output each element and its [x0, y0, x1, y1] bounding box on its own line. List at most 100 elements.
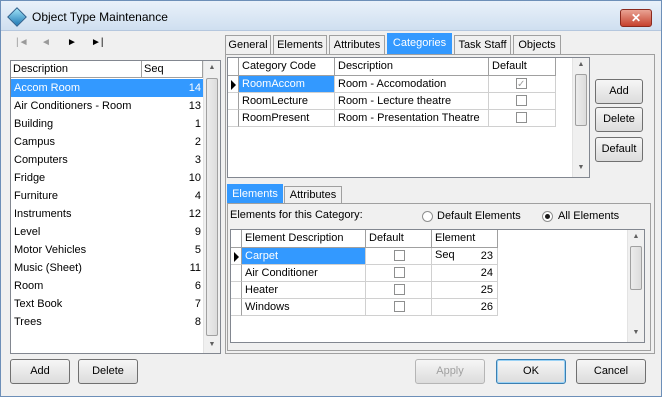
tab-objects[interactable]: Objects: [513, 35, 561, 55]
list-item-seq: 14: [188, 82, 201, 94]
tab-general[interactable]: General: [225, 35, 271, 55]
element-description-cell[interactable]: Carpet: [242, 248, 366, 265]
list-scrollbar[interactable]: ▲ ▼: [203, 61, 220, 353]
column-header-element-description[interactable]: Element Description: [242, 230, 366, 248]
tab-elements[interactable]: Elements: [273, 35, 327, 55]
scroll-down-icon[interactable]: ▼: [204, 341, 220, 348]
scroll-thumb[interactable]: [206, 78, 218, 336]
categories-scrollbar[interactable]: ▲ ▼: [572, 58, 589, 177]
object-type-list[interactable]: Description Seq Accom Room 14 Air Conditio…: [10, 60, 221, 354]
scroll-up-icon[interactable]: ▲: [628, 233, 644, 240]
category-default-checkbox[interactable]: [516, 76, 527, 92]
row-selector[interactable]: [228, 76, 239, 93]
column-header-description[interactable]: Description: [11, 61, 142, 78]
category-default-checkbox[interactable]: [516, 95, 527, 106]
element-seq-cell[interactable]: 26: [432, 299, 498, 316]
element-default-cell: [366, 248, 432, 265]
subtab-attributes[interactable]: Attributes: [284, 186, 342, 204]
element-seq-cell[interactable]: 25: [432, 282, 498, 299]
last-record-icon[interactable]: ►|: [91, 37, 104, 48]
row-selector[interactable]: [231, 248, 242, 265]
default-category-button[interactable]: Default: [595, 137, 643, 162]
list-item-description: Trees: [14, 316, 42, 328]
add-object-type-button[interactable]: Add: [10, 359, 70, 384]
list-item[interactable]: Fridge 10: [11, 169, 203, 187]
category-code-cell[interactable]: RoomAccom: [239, 76, 335, 93]
column-header-element-seq[interactable]: Element Seq: [432, 230, 498, 261]
element-default-checkbox[interactable]: [394, 250, 405, 261]
list-item-description: Instruments: [14, 208, 72, 220]
default-elements-radio[interactable]: [422, 211, 433, 222]
all-elements-radio[interactable]: [542, 211, 553, 222]
category-code-cell[interactable]: RoomLecture: [239, 93, 335, 110]
close-button[interactable]: ✕: [620, 9, 652, 27]
list-item[interactable]: Trees 8: [11, 313, 203, 331]
prev-record-icon[interactable]: ◄: [41, 37, 51, 48]
tab-categories[interactable]: Categories: [387, 33, 452, 55]
scroll-thumb[interactable]: [575, 74, 587, 126]
row-selector[interactable]: [231, 282, 242, 299]
scroll-thumb[interactable]: [630, 246, 642, 290]
element-default-checkbox[interactable]: [394, 301, 405, 312]
list-item[interactable]: Accom Room 14: [11, 79, 203, 97]
category-description-cell[interactable]: Room - Accomodation: [335, 76, 489, 93]
column-header-category-code[interactable]: Category Code: [239, 58, 335, 76]
column-header-category-default[interactable]: Default: [489, 58, 556, 76]
delete-object-type-button[interactable]: Delete: [78, 359, 138, 384]
current-row-arrow-icon: [234, 252, 239, 262]
main-window: Object Type Maintenance ✕ |◄ ◄ ► ►| Desc…: [0, 0, 662, 397]
list-item[interactable]: Campus 2: [11, 133, 203, 151]
list-item[interactable]: Instruments 12: [11, 205, 203, 223]
ok-button[interactable]: OK: [496, 359, 566, 384]
list-item-description: Computers: [14, 154, 68, 166]
category-description-cell[interactable]: Room - Presentation Theatre: [335, 110, 489, 127]
delete-category-button[interactable]: Delete: [595, 107, 643, 132]
column-header-seq[interactable]: Seq: [142, 61, 203, 78]
element-description-cell[interactable]: Heater: [242, 282, 366, 299]
scroll-up-icon[interactable]: ▲: [573, 61, 589, 68]
tab-attributes[interactable]: Attributes: [329, 35, 385, 55]
first-record-icon[interactable]: |◄: [16, 37, 29, 48]
list-item[interactable]: Building 1: [11, 115, 203, 133]
scroll-down-icon[interactable]: ▼: [628, 329, 644, 336]
column-header-category-description[interactable]: Description: [335, 58, 489, 76]
list-item[interactable]: Air Conditioners - Room 13: [11, 97, 203, 115]
element-seq-cell[interactable]: 24: [432, 265, 498, 282]
element-default-checkbox[interactable]: [394, 284, 405, 295]
elements-scrollbar[interactable]: ▲ ▼: [627, 230, 644, 342]
list-item-seq: 7: [194, 298, 201, 310]
list-item[interactable]: Room 6: [11, 277, 203, 295]
scroll-up-icon[interactable]: ▲: [204, 64, 220, 71]
category-default-checkbox[interactable]: [516, 112, 527, 123]
list-item[interactable]: Furniture 4: [11, 187, 203, 205]
row-selector[interactable]: [228, 93, 239, 110]
list-item[interactable]: Computers 3: [11, 151, 203, 169]
row-selector[interactable]: [228, 110, 239, 127]
next-record-icon[interactable]: ►: [67, 37, 77, 48]
list-item-seq: 10: [188, 172, 201, 184]
list-item[interactable]: Level 9: [11, 223, 203, 241]
cancel-button[interactable]: Cancel: [576, 359, 646, 384]
scroll-down-icon[interactable]: ▼: [573, 164, 589, 171]
list-item[interactable]: Text Book 7: [11, 295, 203, 313]
list-item[interactable]: Motor Vehicles 5: [11, 241, 203, 259]
list-item[interactable]: Music (Sheet) 11: [11, 259, 203, 277]
row-selector[interactable]: [231, 299, 242, 316]
element-default-cell: [366, 299, 432, 316]
category-description-cell[interactable]: Room - Lecture theatre: [335, 93, 489, 110]
apply-button[interactable]: Apply: [415, 359, 485, 384]
subtab-elements[interactable]: Elements: [227, 184, 283, 204]
column-header-element-default[interactable]: Default: [366, 230, 432, 248]
category-code-cell[interactable]: RoomPresent: [239, 110, 335, 127]
list-item-description: Music (Sheet): [14, 262, 82, 274]
element-description-cell[interactable]: Windows: [242, 299, 366, 316]
elements-grid[interactable]: Element Description Default Element Seq …: [230, 229, 645, 343]
categories-grid[interactable]: Category Code Description Default RoomAc…: [227, 57, 590, 178]
element-default-checkbox[interactable]: [394, 267, 405, 278]
element-description-cell[interactable]: Air Conditioner: [242, 265, 366, 282]
row-selector[interactable]: [231, 265, 242, 282]
list-item-seq: 1: [194, 118, 201, 130]
element-seq-cell[interactable]: 23: [432, 248, 498, 265]
tab-task-staff[interactable]: Task Staff: [454, 35, 511, 55]
add-category-button[interactable]: Add: [595, 79, 643, 104]
